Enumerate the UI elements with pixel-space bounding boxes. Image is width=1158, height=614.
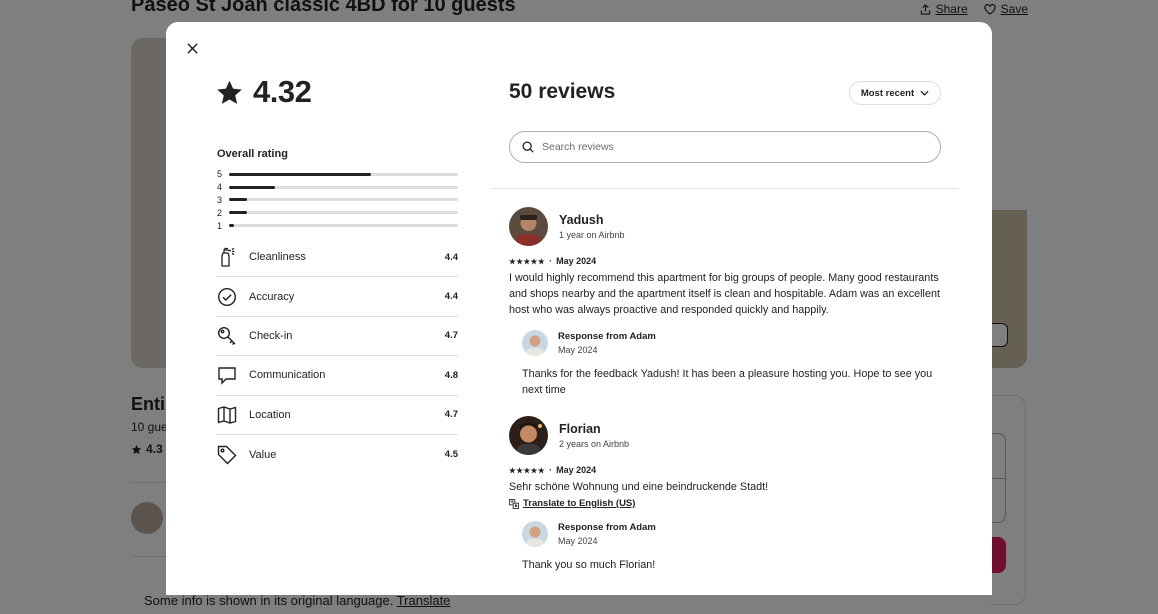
category-name: Accuracy [249,290,295,303]
category-score: 4.4 [444,251,458,263]
response-from: Response from Adam [558,522,656,533]
review-text: Sehr schöne Wohnung und eine beindrucken… [509,481,769,493]
distribution-fill [229,172,371,176]
distribution-label: 3 [217,194,223,205]
reviews-modal: 4.32 Overall rating 5 4 3 2 1 Cleanlines… [166,22,992,595]
distribution-fill [229,185,275,189]
distribution-fill [229,211,248,215]
review-date: May 2024 [556,256,597,266]
response-header: Response from Adam May 2024 [522,330,949,356]
reviews-count-title: 50 reviews [509,80,616,103]
close-icon [186,42,198,54]
overall-rating-value: 4.32 [253,74,312,109]
category-communication: Communication 4.8 [216,356,458,396]
review-date: May 2024 [556,465,597,475]
category-score: 4.7 [444,330,458,342]
review-item: Yadush 1 year on Airbnb ★★★★★ · May 2024… [509,207,949,398]
review-stars: ★★★★★ [509,465,546,475]
category-accuracy: Accuracy 4.4 [216,277,458,317]
category-name: Cleanliness [249,251,306,264]
translate-icon [509,498,519,509]
translate-label: Translate to English (US) [523,498,636,509]
key-icon [216,325,238,347]
check-circle-icon [216,286,238,308]
category-score: 4.5 [444,449,458,461]
reviewer-name[interactable]: Yadush [559,213,625,227]
host-response: Response from Adam May 2024 Thanks for t… [522,330,949,398]
overall-rating-label: Overall rating [217,148,288,160]
review-text: I would highly recommend this apartment … [509,272,940,316]
spray-bottle-icon [216,246,238,268]
distribution-label: 4 [217,182,223,193]
distribution-row: 3 [217,194,458,207]
separator-dot: · [549,256,553,266]
distribution-label: 2 [217,207,223,218]
search-reviews-input[interactable] [542,141,940,153]
distribution-row: 4 [217,181,458,194]
category-score: 4.7 [444,409,458,421]
review-header: Yadush 1 year on Airbnb [509,207,949,246]
review-list: Yadush 1 year on Airbnb ★★★★★ · May 2024… [509,207,949,591]
chevron-down-icon [920,90,929,96]
overall-rating: 4.32 [216,74,312,110]
rating-distribution: 5 4 3 2 1 [217,168,458,232]
star-icon [217,80,242,104]
chat-bubble-icon [216,364,238,386]
distribution-row: 2 [217,206,458,219]
distribution-fill [229,224,234,228]
divider [491,188,959,189]
response-date: May 2024 [558,345,598,355]
reviewer-tenure: 1 year on Airbnb [559,230,625,240]
reviewer-avatar[interactable] [509,207,548,246]
translate-review-link[interactable]: Translate to English (US) [509,498,949,509]
category-location: Location 4.7 [216,396,458,435]
separator-dot: · [549,465,553,475]
review-item: Florian 2 years on Airbnb ★★★★★ · May 20… [509,416,949,573]
close-button[interactable] [180,36,204,60]
review-meta: ★★★★★ · May 2024 [509,465,949,475]
reviewer-avatar[interactable] [509,416,548,455]
distribution-row: 5 [217,168,458,181]
host-response: Response from Adam May 2024 Thank you so… [522,521,949,573]
sort-dropdown[interactable]: Most recent [849,81,941,105]
distribution-track [229,172,458,176]
category-score: 4.8 [444,369,458,381]
map-icon [216,404,238,426]
review-meta: ★★★★★ · May 2024 [509,256,949,266]
category-name: Check-in [249,329,293,342]
response-text: Thank you so much Florian! [522,559,656,571]
distribution-row: 1 [217,219,458,232]
host-avatar[interactable] [522,330,548,356]
distribution-label: 1 [217,220,223,231]
review-stars: ★★★★★ [509,256,546,266]
category-score: 4.4 [444,291,458,303]
response-date: May 2024 [558,536,598,546]
response-text: Thanks for the feedback Yadush! It has b… [522,368,933,396]
review-header: Florian 2 years on Airbnb [509,416,949,455]
reviewer-name[interactable]: Florian [559,422,629,436]
distribution-label: 5 [217,169,223,180]
category-name: Location [249,408,291,421]
sort-label: Most recent [860,87,915,99]
tag-icon [216,444,238,466]
distribution-track [229,211,458,215]
category-name: Value [249,448,277,461]
search-reviews-box[interactable] [509,131,941,163]
category-cleanliness: Cleanliness 4.4 [216,238,458,278]
distribution-track [229,224,458,228]
reviews-panel: 50 reviews Most recent Yadush 1 year on … [491,22,991,595]
response-from: Response from Adam [558,331,656,342]
category-check-in: Check-in 4.7 [216,317,458,357]
host-avatar[interactable] [522,521,548,547]
category-ratings: Cleanliness 4.4 Accuracy 4.4 Check-in 4.… [216,238,458,474]
distribution-track [229,185,458,189]
distribution-track [229,198,458,202]
distribution-fill [229,198,248,202]
category-value: Value 4.5 [216,435,458,474]
category-name: Communication [249,369,326,382]
response-header: Response from Adam May 2024 [522,521,949,547]
reviewer-tenure: 2 years on Airbnb [559,439,630,449]
search-icon [522,141,534,153]
